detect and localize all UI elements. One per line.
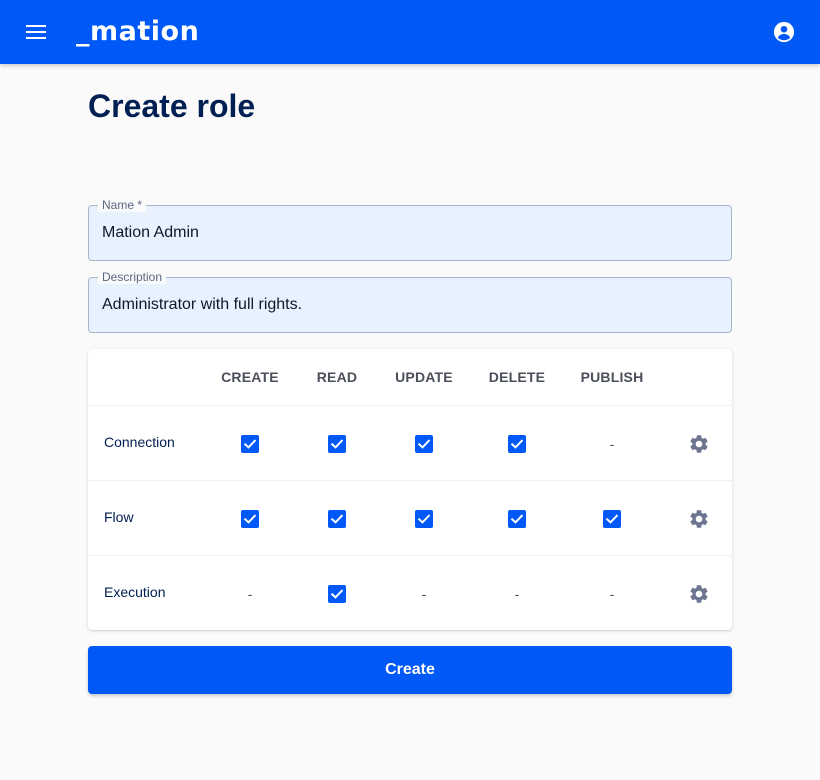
cell-read [317,424,357,464]
gear-icon [690,510,708,528]
not-applicable-dash: - [514,586,520,602]
not-applicable-dash: - [609,586,615,602]
check-icon [330,589,344,599]
permissions-table: CREATE READ UPDATE DELETE PUBLISH Connec… [88,349,732,630]
account-button[interactable] [768,16,800,48]
row-label: Execution [104,584,166,600]
cell-delete: - [497,574,537,614]
check-icon [417,439,431,449]
gear-icon [690,585,708,603]
row-label: Connection [104,434,175,450]
cell-create [230,424,270,464]
row-settings-button[interactable] [679,424,719,464]
description-input[interactable] [102,278,717,332]
column-header-update: UPDATE [395,369,453,385]
check-icon [243,514,257,524]
check-icon [243,439,257,449]
name-input[interactable] [102,206,717,260]
update-checkbox[interactable] [415,435,433,453]
create-checkbox[interactable] [241,510,259,528]
delete-checkbox[interactable] [508,510,526,528]
cell-read [317,574,357,614]
update-checkbox[interactable] [415,510,433,528]
cell-delete [497,424,537,464]
row-settings-button[interactable] [679,499,719,539]
check-icon [330,439,344,449]
create-checkbox[interactable] [241,435,259,453]
cell-update: - [404,574,444,614]
check-icon [510,514,524,524]
create-button[interactable]: Create [88,646,732,694]
cell-publish: - [592,574,632,614]
cell-read [317,499,357,539]
cell-publish [592,499,632,539]
app-bar: _mation [0,0,820,64]
permission-row-execution: Execution - - - - [88,556,732,631]
permission-row-flow: Flow [88,481,732,556]
publish-checkbox[interactable] [603,510,621,528]
not-applicable-dash: - [609,436,615,452]
check-icon [417,514,431,524]
column-header-delete: DELETE [488,369,546,385]
read-checkbox[interactable] [328,585,346,603]
column-header-publish: PUBLISH [580,369,644,385]
check-icon [510,439,524,449]
permission-row-connection: Connection - [88,406,732,481]
read-checkbox[interactable] [328,435,346,453]
column-header-read: READ [316,369,358,385]
cell-update [404,499,444,539]
permissions-header: CREATE READ UPDATE DELETE PUBLISH [88,349,732,406]
check-icon [330,514,344,524]
check-icon [605,514,619,524]
app-logo[interactable]: _mation [76,18,199,46]
not-applicable-dash: - [247,586,253,602]
menu-button[interactable] [20,16,52,48]
page-title: Create role [88,88,256,124]
hamburger-menu-icon [26,25,46,39]
name-field[interactable]: Name * [88,198,732,261]
cell-update [404,424,444,464]
column-header-create: CREATE [221,369,279,385]
delete-checkbox[interactable] [508,435,526,453]
row-settings-button[interactable] [679,574,719,614]
row-label: Flow [104,509,134,525]
read-checkbox[interactable] [328,510,346,528]
not-applicable-dash: - [421,586,427,602]
cell-delete [497,499,537,539]
description-field[interactable]: Description [88,270,732,333]
gear-icon [690,435,708,453]
cell-publish: - [592,424,632,464]
account-circle-icon [773,21,795,43]
cell-create [230,499,270,539]
cell-create: - [230,574,270,614]
